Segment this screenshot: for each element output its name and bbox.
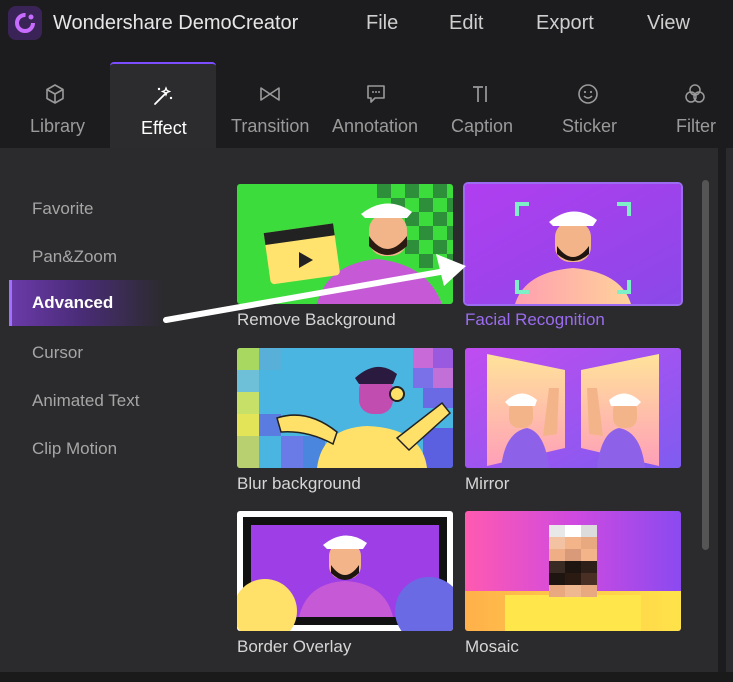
tab-sticker[interactable]: Sticker bbox=[536, 62, 640, 148]
effect-card-remove-background[interactable] bbox=[237, 184, 453, 304]
circles-icon bbox=[685, 84, 705, 103]
mirror-thumbnail bbox=[465, 348, 681, 468]
menu-file[interactable]: File bbox=[366, 12, 398, 35]
remove-background-thumbnail bbox=[237, 184, 453, 304]
sidebar-item-advanced[interactable]: Advanced bbox=[9, 280, 164, 326]
tab-label: Filter bbox=[676, 116, 716, 136]
effect-card-facial-recognition[interactable] bbox=[463, 182, 683, 306]
app-title: Wondershare DemoCreator bbox=[53, 12, 299, 34]
effect-label-remove-background: Remove Background bbox=[237, 310, 396, 329]
effects-scrollbar[interactable] bbox=[702, 180, 709, 550]
sidebar-item-clip-motion[interactable]: Clip Motion bbox=[10, 426, 165, 472]
tab-transition[interactable]: Transition bbox=[218, 62, 322, 148]
facial-recognition-thumbnail bbox=[465, 184, 681, 304]
magic-wand-icon bbox=[154, 86, 173, 105]
tab-bar: Library Effect Transition Annotation Cap… bbox=[0, 62, 733, 150]
tab-library[interactable]: Library bbox=[2, 62, 108, 148]
effect-label-mirror: Mirror bbox=[465, 474, 510, 493]
cube-icon bbox=[46, 84, 64, 104]
effect-card-mosaic[interactable] bbox=[465, 511, 681, 631]
blur-background-thumbnail bbox=[237, 348, 453, 468]
effect-card-mirror[interactable] bbox=[465, 348, 681, 468]
tab-annotation[interactable]: Annotation bbox=[324, 62, 428, 148]
tab-caption[interactable]: Caption bbox=[430, 62, 534, 148]
tab-label: Library bbox=[30, 116, 86, 136]
sidebar-item-panzoom[interactable]: Pan&Zoom bbox=[10, 234, 165, 280]
menu-view[interactable]: View bbox=[647, 12, 690, 35]
tab-label: Caption bbox=[451, 116, 514, 136]
tab-label: Transition bbox=[231, 116, 310, 136]
smiley-icon bbox=[578, 84, 598, 104]
panel-edge bbox=[726, 148, 733, 672]
effect-card-border-overlay[interactable] bbox=[237, 511, 453, 631]
menu-export[interactable]: Export bbox=[536, 12, 594, 35]
mosaic-thumbnail bbox=[465, 511, 681, 631]
sidebar-item-cursor[interactable]: Cursor bbox=[10, 330, 165, 376]
speech-bubble-icon bbox=[367, 85, 385, 103]
sidebar-item-animated-text[interactable]: Animated Text bbox=[10, 378, 165, 424]
tab-label: Sticker bbox=[562, 116, 618, 136]
effect-label-facial-recognition: Facial Recognition bbox=[465, 310, 605, 329]
title-bar: Wondershare DemoCreator File Edit Export… bbox=[0, 0, 733, 50]
border-overlay-thumbnail bbox=[237, 511, 453, 631]
sidebar-item-favorite[interactable]: Favorite bbox=[10, 186, 165, 232]
tab-label: Effect bbox=[141, 118, 187, 138]
tab-effect[interactable]: Effect bbox=[110, 62, 216, 150]
effect-label-mosaic: Mosaic bbox=[465, 637, 519, 656]
effect-label-border-overlay: Border Overlay bbox=[237, 637, 352, 656]
bottom-bar bbox=[0, 672, 733, 682]
bowtie-icon bbox=[260, 87, 280, 101]
effect-card-blur-background[interactable] bbox=[237, 348, 453, 468]
effect-label-blur-background: Blur background bbox=[237, 474, 361, 493]
tab-filter[interactable]: Filter bbox=[642, 62, 733, 148]
app-logo-icon bbox=[8, 6, 42, 40]
text-icon bbox=[473, 86, 487, 102]
tab-label: Annotation bbox=[332, 116, 419, 136]
menu-edit[interactable]: Edit bbox=[449, 12, 483, 35]
